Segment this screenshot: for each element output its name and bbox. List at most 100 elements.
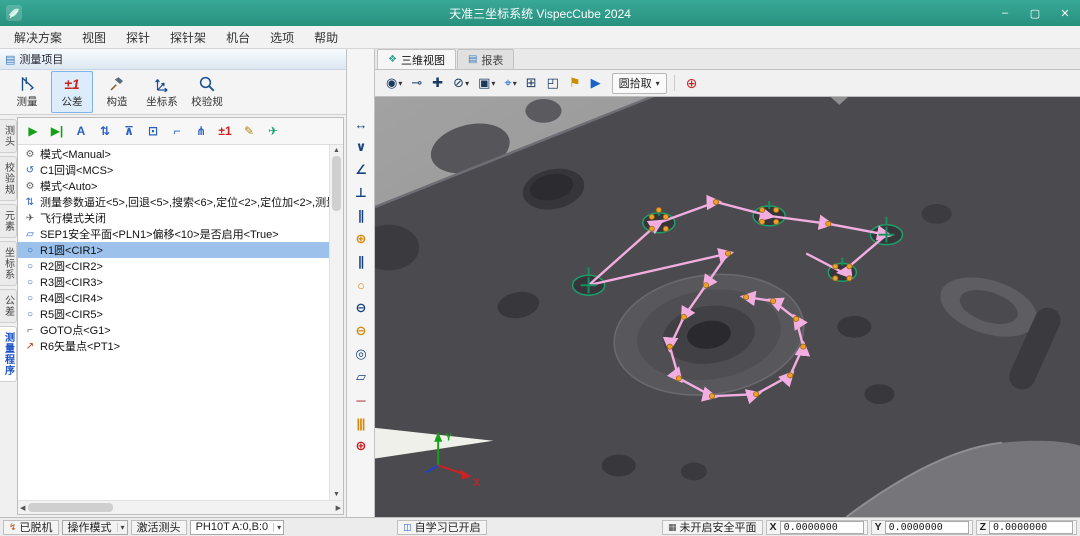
maximize-button[interactable]: ▢ xyxy=(1020,0,1050,26)
menu-item[interactable]: 机台 xyxy=(216,26,260,48)
tree-item-label: R6矢量点<PT1> xyxy=(40,338,120,354)
side-tab-elements[interactable]: 元素 xyxy=(0,204,17,238)
scroll-right-icon[interactable]: ▶ xyxy=(336,504,341,512)
simulate-button[interactable]: ▶ xyxy=(588,73,605,93)
active-probe-dropdown[interactable]: PH10T A:0,B:0 ▾ xyxy=(190,520,285,535)
gdt-perpendicularity-icon[interactable]: ⊥ xyxy=(350,184,372,202)
tree-item[interactable]: ↺ C1回调<MCS> xyxy=(18,162,329,178)
emergency-stop-button[interactable]: ⊕ xyxy=(682,73,702,93)
chevron-down-icon: ▾ xyxy=(513,79,517,88)
circle-pick-dropdown[interactable]: 圆拾取 ▾ xyxy=(612,73,667,94)
parameter-button[interactable]: ⇅ xyxy=(94,120,116,142)
dim-distance-icon[interactable]: ↔ xyxy=(350,115,372,133)
tree-item[interactable]: ✈ 飞行模式关闭 xyxy=(18,210,329,226)
tree-horizontal-scrollbar[interactable]: ◀ ▶ xyxy=(18,500,343,514)
gdt-angularity-icon[interactable]: ∥ xyxy=(350,253,372,271)
tree-item[interactable]: ⚙ 模式<Auto> xyxy=(18,178,329,194)
tree-item-label: R4圆<CIR4> xyxy=(40,290,103,306)
tree-item[interactable]: ○ R4圆<CIR4> xyxy=(18,290,329,306)
selection-filter-button[interactable]: ⊘▾ xyxy=(450,73,472,93)
gdt-flatness-icon[interactable]: ⊖ xyxy=(350,299,372,317)
close-button[interactable]: ✕ xyxy=(1050,0,1080,26)
run-from-here-button[interactable]: ▶| xyxy=(46,120,68,142)
edit-button[interactable]: ✎ xyxy=(238,120,260,142)
fly-mode-button[interactable]: ✈ xyxy=(262,120,284,142)
scroll-thumb[interactable] xyxy=(28,503,113,512)
gdt-line-icon[interactable]: ─ xyxy=(350,391,372,409)
tree-item-icon: ○ xyxy=(24,293,36,304)
gdt-straightness-icon[interactable]: ⊖ xyxy=(350,322,372,340)
program-tree: ⚙ 模式<Manual> ↺ C1回调<MCS> ⚙ xyxy=(18,145,329,500)
gdt-circularity-icon[interactable]: ○ xyxy=(350,276,372,294)
side-tab-probe[interactable]: 测头 xyxy=(0,119,17,153)
gdt-parallelism-icon[interactable]: ∥ xyxy=(350,207,372,225)
tree-item[interactable]: ○ R3圆<CIR3> xyxy=(18,274,329,290)
tree-item[interactable]: ⌐ GOTO点<G1> xyxy=(18,322,329,338)
ribbon-gauge-button[interactable]: 校验规 xyxy=(186,71,228,113)
ribbon-construct-button[interactable]: 构造 xyxy=(96,71,138,113)
run-program-button[interactable]: ▶ xyxy=(22,120,44,142)
tree-item[interactable]: ○ R1圆<CIR1> xyxy=(18,242,329,258)
zoom-window-button[interactable]: ◰ xyxy=(544,73,563,93)
tree-item[interactable]: ▱ SEP1安全平面<PLN1>偏移<10>是否启用<True> xyxy=(18,226,329,242)
branch-button[interactable]: ⋔ xyxy=(190,120,212,142)
menu-item[interactable]: 帮助 xyxy=(304,26,348,48)
gdt-position-icon[interactable]: ⊕ xyxy=(350,230,372,248)
ribbon-tolerance-button[interactable]: ±1 公差 xyxy=(51,71,93,113)
tree-vertical-scrollbar[interactable]: ▲ ▼ xyxy=(329,145,343,500)
offline-icon: ↯ xyxy=(9,522,17,533)
tree-item-icon: ○ xyxy=(24,277,36,288)
pick-mode-button[interactable]: ⌖▾ xyxy=(501,73,519,93)
chevron-down-icon: ▾ xyxy=(491,79,495,88)
tolerance-quick-button[interactable]: ±1 xyxy=(214,120,236,142)
flag-button[interactable]: ⚑ xyxy=(566,73,585,93)
fit-view-button[interactable]: ⊞ xyxy=(523,73,541,93)
tree-item-icon: ✈ xyxy=(24,213,36,224)
side-tab-coordsys[interactable]: 坐标系 xyxy=(0,241,17,286)
frame-select-button[interactable]: ⊡ xyxy=(142,120,164,142)
gdt-profile-icon[interactable]: ▱ xyxy=(350,368,372,386)
scroll-left-icon[interactable]: ◀ xyxy=(20,504,25,512)
dim-angle-v-icon[interactable]: ∨ xyxy=(350,138,372,156)
tree-item-label: R3圆<CIR3> xyxy=(40,274,103,290)
menu-item[interactable]: 选项 xyxy=(260,26,304,48)
tree-item[interactable]: ⚙ 模式<Manual> xyxy=(18,146,329,162)
view-cube-button[interactable]: ▣▾ xyxy=(475,73,498,93)
side-tab-tolerance[interactable]: 公差 xyxy=(0,289,17,323)
tree-item[interactable]: ↗ R6矢量点<PT1> xyxy=(18,338,329,354)
dim-angle-icon[interactable]: ∠ xyxy=(350,161,372,179)
tab-report[interactable]: ▤ 报表 xyxy=(457,49,514,69)
scroll-down-icon[interactable]: ▼ xyxy=(333,491,340,498)
tree-item[interactable]: ○ R2圆<CIR2> xyxy=(18,258,329,274)
gdt-symmetry-icon[interactable]: ⊕ xyxy=(350,437,372,455)
ribbon-measure-button[interactable]: 测量 xyxy=(6,71,48,113)
pan-button[interactable]: ✚ xyxy=(429,73,447,93)
side-tab-gauge[interactable]: 校验规 xyxy=(0,156,17,201)
menu-item[interactable]: 视图 xyxy=(72,26,116,48)
gdt-concentricity-icon[interactable]: ◎ xyxy=(350,345,372,363)
ribbon-coordsys-button[interactable]: 坐标系 xyxy=(141,71,183,113)
menu-item[interactable]: 探针 xyxy=(116,26,160,48)
tree-item[interactable]: ○ R5圆<CIR5> xyxy=(18,306,329,322)
operation-mode-dropdown[interactable]: 操作模式 ▾ xyxy=(62,520,128,535)
measure-mode-button[interactable]: ⊼ xyxy=(118,120,140,142)
minimize-button[interactable]: – xyxy=(990,0,1020,26)
main-area: ▤ 测量项目 测量 ±1 公差 构造 xyxy=(0,49,1080,517)
side-tab-program[interactable]: 测量程序 xyxy=(0,326,17,382)
tree-item-icon: ⚙ xyxy=(24,181,36,192)
image-button[interactable]: A xyxy=(70,120,92,142)
tree-item[interactable]: ⇅ 测量参数逼近<5>,回退<5>,搜索<6>,定位<2>,定位加<2>,测量 xyxy=(18,194,329,210)
tree-item-icon: ↗ xyxy=(24,341,36,352)
gdt-runout-icon[interactable]: ||| xyxy=(350,414,372,432)
tab-3d-view[interactable]: ❖ 三维视图 xyxy=(377,49,456,69)
menu-item[interactable]: 探针架 xyxy=(160,26,216,48)
goto-insert-button[interactable]: ⌐ xyxy=(166,120,188,142)
menu-item[interactable]: 解决方案 xyxy=(4,26,72,48)
viewport-3d[interactable]: Y X xyxy=(375,97,1080,517)
probe-display-button[interactable]: ⊸ xyxy=(408,73,426,93)
view-direction-button[interactable]: ◉▾ xyxy=(383,73,405,93)
scroll-thumb[interactable] xyxy=(332,156,341,211)
scroll-up-icon[interactable]: ▲ xyxy=(333,147,340,154)
axis-value: 0.0000000 xyxy=(989,521,1073,534)
coordinate-box: Z 0.0000000 xyxy=(976,520,1077,535)
